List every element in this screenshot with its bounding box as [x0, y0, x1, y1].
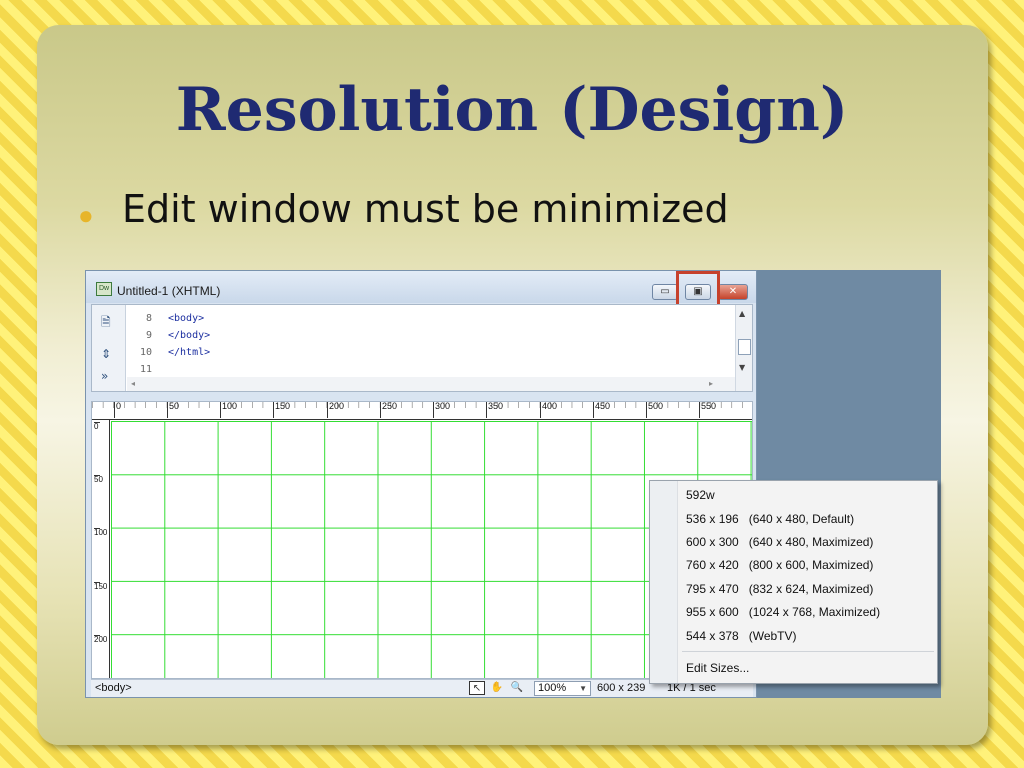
horizontal-ruler: 0 50 100 150 200 250 300 350 400 450 500…: [92, 402, 752, 420]
code-line[interactable]: </body>: [168, 327, 210, 344]
ruler-tick: 350: [486, 402, 503, 418]
code-toolbar: 🗎 ⇕ »: [92, 305, 126, 391]
minimize-button[interactable]: ▭: [652, 284, 678, 300]
scroll-down-icon[interactable]: ▼: [739, 363, 745, 372]
menu-item[interactable]: 592w: [686, 485, 715, 505]
ruler-tick: 250: [380, 402, 397, 418]
tag-selector[interactable]: <body>: [95, 682, 132, 694]
line-number: 9: [145, 330, 152, 341]
ruler-tick: 100: [220, 402, 237, 418]
ruler-tick: 500: [646, 402, 663, 418]
collapse-icon[interactable]: ⇕: [101, 347, 111, 361]
ruler-tick: 50: [167, 402, 179, 418]
chevron-down-icon[interactable]: »: [101, 369, 108, 383]
slide-title: Resolution (Design): [175, 75, 849, 145]
edit-sizes-menu-item[interactable]: Edit Sizes...: [686, 658, 749, 678]
scroll-right-icon[interactable]: ▸: [709, 379, 713, 388]
chevron-down-icon: ▼: [579, 684, 587, 693]
ruler-tick: 550: [699, 402, 716, 418]
line-number: 10: [139, 347, 152, 358]
ruler-tick: 450: [593, 402, 610, 418]
ruler-tick: 100: [94, 528, 108, 537]
bullet-dot-icon: ●: [78, 200, 94, 230]
vertical-ruler: 0 50 100 150 200: [92, 420, 110, 678]
menu-item[interactable]: 600 x 300 (640 x 480, Maximized): [686, 532, 873, 552]
ruler-tick: 200: [94, 635, 108, 644]
hand-tool-icon[interactable]: ✋: [489, 681, 505, 695]
menu-item[interactable]: 795 x 470 (832 x 624, Maximized): [686, 579, 873, 599]
vertical-scrollbar[interactable]: ▲ ▼: [735, 305, 752, 391]
scroll-left-icon[interactable]: ◂: [131, 379, 135, 388]
ruler-tick: 0: [114, 402, 121, 418]
zoom-value: 100%: [538, 682, 567, 694]
menu-item[interactable]: 955 x 600 (1024 x 768, Maximized): [686, 602, 880, 622]
ruler-tick: 300: [433, 402, 450, 418]
line-numbers: 8 9 10 11: [132, 310, 152, 378]
scroll-up-icon[interactable]: ▲: [739, 309, 745, 318]
menu-separator: [682, 651, 934, 652]
zoom-select[interactable]: 100% ▼: [534, 681, 591, 696]
file-icon[interactable]: 🗎: [101, 313, 111, 334]
menu-item[interactable]: 536 x 196 (640 x 480, Default): [686, 509, 854, 529]
dreamweaver-icon: Dw: [96, 282, 112, 296]
horizontal-scrollbar[interactable]: ◂ ▸: [127, 377, 735, 391]
line-number: 8: [145, 313, 152, 324]
ruler-tick: 150: [273, 402, 290, 418]
line-number: 11: [139, 364, 152, 375]
window-size-menu: 592w 536 x 196 (640 x 480, Default) 600 …: [649, 480, 938, 684]
window-size-button[interactable]: 600 x 239: [597, 682, 645, 694]
ruler-tick: 0: [94, 422, 100, 431]
bullet-text: Edit window must be minimized: [122, 187, 729, 231]
window-title: Untitled-1 (XHTML): [117, 284, 221, 298]
ruler-tick: 400: [540, 402, 557, 418]
code-text[interactable]: <body> </body> </html>: [168, 310, 210, 361]
menu-item[interactable]: 760 x 420 (800 x 600, Maximized): [686, 555, 873, 575]
menu-item[interactable]: 544 x 378 (WebTV): [686, 626, 797, 646]
ruler-tick: 150: [94, 582, 108, 591]
code-line[interactable]: <body>: [168, 310, 210, 327]
code-view[interactable]: 🗎 ⇕ » 8 9 10 11 <body> </body> </html> ◂…: [91, 304, 753, 392]
window-titlebar[interactable]: Dw Untitled-1 (XHTML) ▭ ▣ ✕: [86, 271, 756, 311]
ruler-tick: 200: [327, 402, 344, 418]
close-button[interactable]: ✕: [718, 284, 748, 300]
ruler-tick: 50: [94, 475, 103, 484]
pointer-tool-icon[interactable]: ↖: [469, 681, 485, 695]
code-line[interactable]: </html>: [168, 344, 210, 361]
scroll-thumb[interactable]: [738, 339, 751, 355]
zoom-tool-icon[interactable]: 🔍: [509, 681, 525, 695]
menu-gutter: [650, 481, 678, 683]
